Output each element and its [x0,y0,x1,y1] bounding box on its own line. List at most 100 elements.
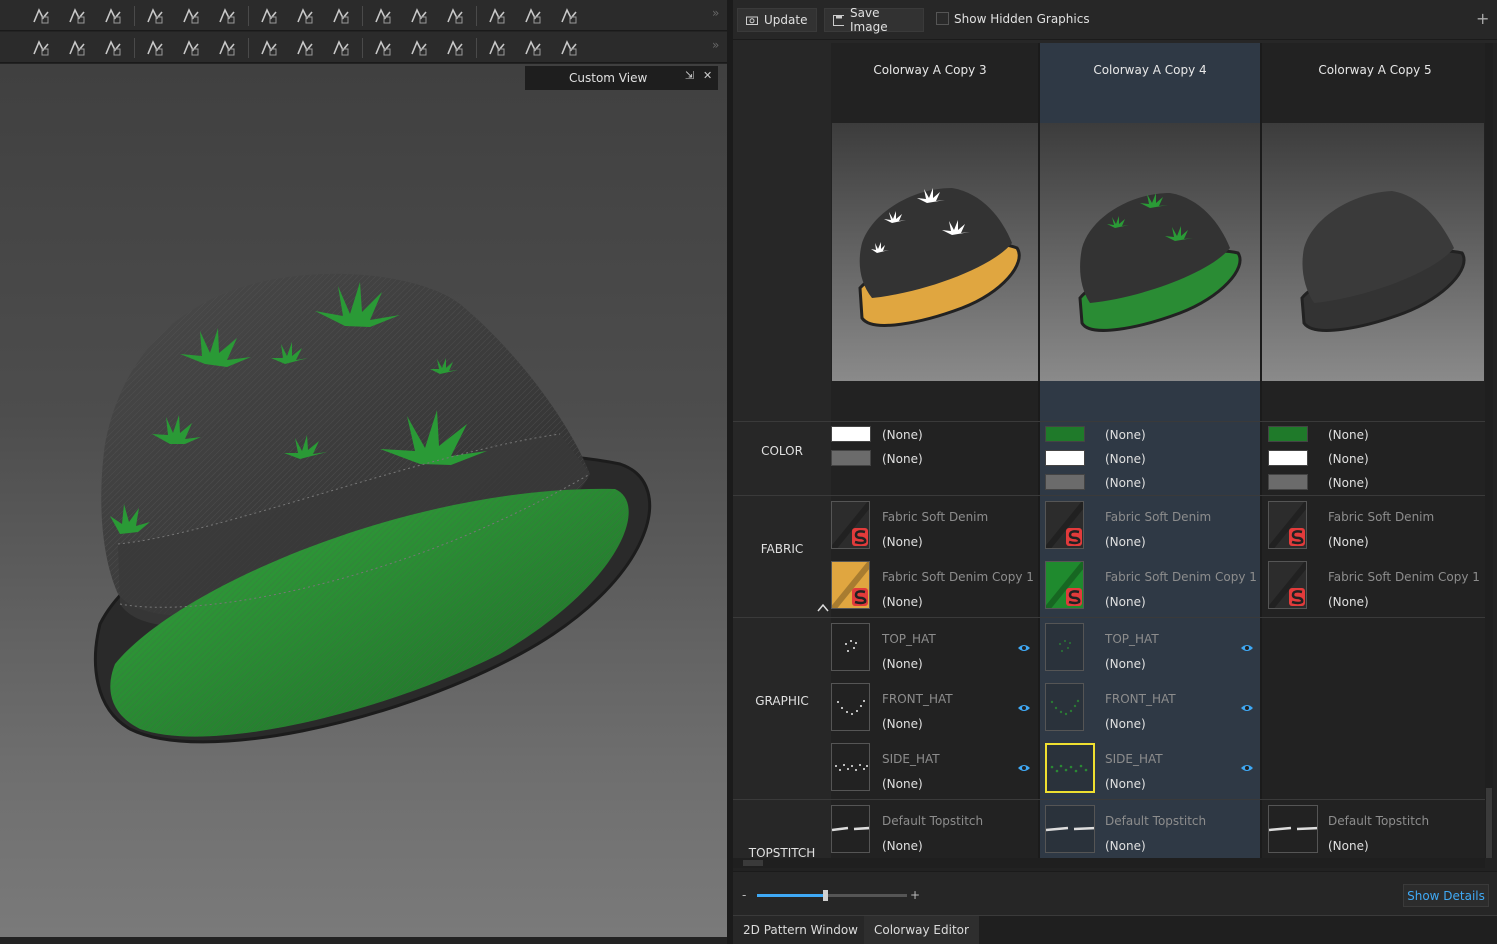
add-colorway-icon[interactable]: + [1476,9,1489,28]
button-icon[interactable] [328,37,354,59]
show-details-button[interactable]: Show Details [1403,884,1489,907]
graphic-thumbnail-side-hat[interactable] [831,743,870,791]
tack-icon[interactable] [256,5,282,27]
graphic-value: (None) [882,717,923,731]
texture-edit-icon[interactable] [520,37,546,59]
dock-icon[interactable]: ⇲ [685,69,694,82]
hat-3d-render [94,273,652,744]
show-hidden-graphics-checkbox[interactable] [936,12,949,25]
brush-icon[interactable] [328,5,354,27]
sewing-segment-icon[interactable] [142,5,168,27]
graphic-thumbnail-side-hat-selected[interactable] [1045,743,1095,793]
colorway-thumbnail-2[interactable] [1040,123,1260,381]
colorway-name-2[interactable]: Colorway A Copy 4 [1050,63,1250,77]
color-swatch[interactable] [1045,426,1085,442]
select-mesh-icon[interactable] [28,5,54,27]
color-swatch[interactable] [1045,474,1085,490]
fabric-thumbnail[interactable] [1045,561,1084,609]
zipper-icon[interactable] [406,37,432,59]
zoom-in-label[interactable]: + [910,888,920,902]
color-swatch[interactable] [831,450,871,466]
zoom-slider-handle[interactable] [822,890,828,901]
graphic-value: (None) [882,657,923,671]
buttonhole-icon[interactable] [370,37,396,59]
graphic-thumbnail-top-hat[interactable] [831,623,870,671]
main-toolbar-row-2: » [0,32,727,63]
3d-viewport[interactable] [0,64,727,937]
fabric-value: (None) [882,535,923,549]
zoom-slider[interactable] [757,890,907,901]
fabric-thumbnail[interactable] [831,501,870,549]
update-button[interactable]: Update [737,8,817,32]
viewport-title: Custom View [569,71,648,85]
colorway-name-1[interactable]: Colorway A Copy 3 [830,63,1030,77]
topstitch-name: Default Topstitch [1105,814,1207,828]
topstitch-thumbnail[interactable] [831,805,870,853]
tab-2d-pattern-window[interactable]: 2D Pattern Window [733,916,868,944]
topstitch-thumbnail[interactable] [1045,805,1095,853]
topstitch-thumbnail[interactable] [1268,805,1318,853]
visibility-eye-icon[interactable] [1017,703,1031,713]
arrange-bar-icon[interactable] [520,5,546,27]
visibility-eye-icon[interactable] [1017,763,1031,773]
vertical-scrollbar[interactable] [1485,43,1493,858]
fabric-thumbnail[interactable] [1268,561,1307,609]
row-label-graphic: GRAPHIC [755,694,809,708]
simulate-garment-icon[interactable] [100,5,126,27]
graphic-thumbnail-front-hat[interactable] [831,683,870,731]
toolbar-overflow-icon[interactable]: » [712,38,719,52]
transform-icon[interactable] [64,5,90,27]
zoom-out-label[interactable]: - [742,888,746,902]
tab-colorway-editor[interactable]: Colorway Editor [864,916,979,944]
puckering-icon[interactable] [442,37,468,59]
save-icon [833,14,844,26]
graphic-thumbnail-top-hat[interactable] [1045,623,1084,671]
sewing-free-icon[interactable] [178,5,204,27]
color-value: (None) [882,452,923,466]
visibility-eye-icon[interactable] [1240,763,1254,773]
graphic-thumbnail-front-hat[interactable] [1045,683,1084,731]
topstitch-icon[interactable] [256,37,282,59]
colorway-thumbnail-1[interactable] [832,123,1038,381]
fabric-thumbnail[interactable] [831,561,870,609]
color-swatch[interactable] [831,426,871,442]
visibility-eye-icon[interactable] [1240,703,1254,713]
fold-icon[interactable] [406,5,432,27]
colorway-name-3[interactable]: Colorway A Copy 5 [1275,63,1475,77]
color-swatch[interactable] [1268,474,1308,490]
edit-curve-icon[interactable] [64,37,90,59]
horizontal-scrollbar[interactable] [733,858,1485,868]
shirring-icon[interactable] [484,37,510,59]
edit-pattern-icon[interactable] [28,37,54,59]
visibility-eye-icon[interactable] [1017,643,1031,653]
save-image-button[interactable]: Save Image [824,6,924,34]
fabric-thumbnail[interactable] [1268,501,1307,549]
edit-point-icon[interactable] [100,37,126,59]
graphic-name: TOP_HAT [882,632,936,646]
color-swatch[interactable] [1268,450,1308,466]
visibility-eye-icon[interactable] [1240,643,1254,653]
arrange-point-icon[interactable] [484,5,510,27]
scrollbar-thumb[interactable] [1486,788,1492,858]
graphic-name: FRONT_HAT [882,692,953,706]
avatar-arrange-icon[interactable] [442,5,468,27]
close-icon[interactable]: ✕ [703,69,712,82]
texture-transform-icon[interactable] [556,37,582,59]
pipe-icon[interactable] [292,37,318,59]
collapse-arrow-icon[interactable] [817,602,829,612]
segment-sewing-icon[interactable] [142,37,168,59]
toolbar-overflow-icon[interactable]: » [712,6,719,20]
free-sewing-icon[interactable] [178,37,204,59]
color-swatch[interactable] [1045,450,1085,466]
avatar-select-icon[interactable] [556,5,582,27]
fold-arrange-icon[interactable] [370,5,396,27]
scrollbar-thumb[interactable] [743,860,763,866]
fold-tool-icon[interactable] [214,37,240,59]
pin-icon[interactable] [292,5,318,27]
toolbar-separator [134,38,135,58]
sewing-multi-icon[interactable] [214,5,240,27]
graphic-value: (None) [1105,777,1146,791]
color-swatch[interactable] [1268,426,1308,442]
fabric-thumbnail[interactable] [1045,501,1084,549]
colorway-thumbnail-3[interactable] [1262,123,1484,381]
